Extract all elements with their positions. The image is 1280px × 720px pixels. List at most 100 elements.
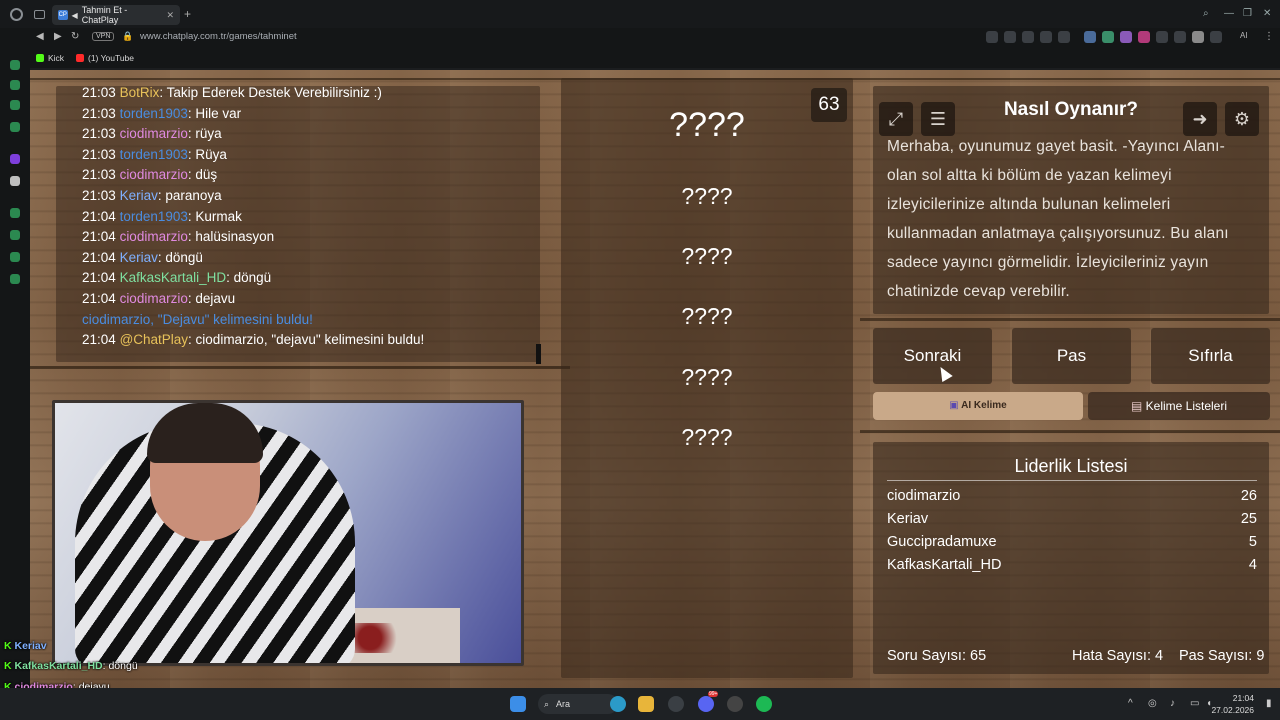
edge-icon[interactable] bbox=[610, 696, 626, 712]
sidebar-icon[interactable] bbox=[10, 80, 20, 90]
close-window-icon[interactable]: ✕ bbox=[1263, 8, 1271, 19]
reload-icon[interactable]: ↻ bbox=[71, 31, 79, 42]
ai-word-button[interactable]: ▣ AI Kelime bbox=[873, 392, 1083, 420]
settings-gear-icon[interactable]: ⚙ bbox=[1225, 102, 1259, 136]
reset-button[interactable]: Sıfırla bbox=[1151, 328, 1270, 384]
search-tabs-icon[interactable]: ⌕ bbox=[1203, 8, 1209, 19]
new-tab-button[interactable]: + bbox=[184, 7, 191, 21]
leaderboard-title: Liderlik Listesi bbox=[1014, 456, 1128, 476]
chat-message: 21:03 BotRix: Takip Ederek Destek Verebi… bbox=[82, 85, 382, 100]
chat-username[interactable]: torden1903 bbox=[120, 147, 188, 162]
extension-icon[interactable] bbox=[1102, 31, 1114, 43]
url-field[interactable]: www.chatplay.com.tr/games/tahminet bbox=[140, 31, 297, 42]
speaker-icon[interactable]: ◀ bbox=[72, 11, 78, 20]
next-button[interactable]: Sonraki bbox=[873, 328, 992, 384]
minimize-icon[interactable]: — bbox=[1224, 8, 1234, 19]
chat-username[interactable]: torden1903 bbox=[120, 209, 188, 224]
chat-username[interactable]: ciodimarzio bbox=[120, 126, 188, 141]
chat-username[interactable]: Keriav bbox=[120, 250, 158, 265]
chat-text: : Takip Ederek Destek Verebilirsiniz :) bbox=[159, 85, 382, 100]
system-clock[interactable]: 21:04 27.02.2026 bbox=[1211, 692, 1254, 716]
sidebar-icon[interactable] bbox=[10, 208, 20, 218]
leaderboard-row: ciodimarzio 26 bbox=[887, 488, 1257, 504]
browser-logo-icon[interactable] bbox=[10, 8, 23, 21]
vpn-badge[interactable]: VPN bbox=[92, 32, 115, 41]
lock-icon[interactable]: 🔒 bbox=[122, 31, 133, 42]
overlay-chat-text: : döngü bbox=[102, 660, 138, 672]
chat-username[interactable]: torden1903 bbox=[120, 106, 188, 121]
word-lists-button[interactable]: ▤ Kelime Listeleri bbox=[1088, 392, 1270, 420]
player-name: Guccipradamuxe bbox=[887, 534, 997, 550]
extension-icon[interactable] bbox=[1022, 31, 1034, 43]
bookmark-kick[interactable]: Kick bbox=[36, 53, 64, 63]
exit-icon[interactable]: ➜ bbox=[1183, 102, 1217, 136]
extension-icon[interactable] bbox=[1210, 31, 1222, 43]
tab-chatplay[interactable]: CP ◀ Tahmin Et - ChatPlay ✕ bbox=[52, 5, 180, 25]
pass-count-value: 9 bbox=[1256, 648, 1265, 664]
forward-icon[interactable]: ▶ bbox=[54, 31, 62, 42]
back-icon[interactable]: ◀ bbox=[36, 31, 44, 42]
file-explorer-icon[interactable] bbox=[638, 696, 654, 712]
chat-timestamp: 21:03 bbox=[82, 85, 116, 100]
windows-start-icon[interactable] bbox=[510, 696, 526, 712]
sidebar-icon[interactable] bbox=[10, 122, 20, 132]
clock-time: 21:04 bbox=[1232, 693, 1254, 703]
pass-button[interactable]: Pas bbox=[1012, 328, 1131, 384]
chat-username[interactable]: Keriav bbox=[120, 188, 158, 203]
extension-icon[interactable] bbox=[986, 31, 998, 43]
chat-username[interactable]: ciodimarzio bbox=[120, 291, 188, 306]
extension-icon[interactable] bbox=[1174, 31, 1186, 43]
ai-extension-label[interactable]: AI bbox=[1240, 31, 1248, 40]
sidebar-icon[interactable] bbox=[10, 230, 20, 240]
sidebar-icon[interactable] bbox=[10, 100, 20, 110]
tray-chevron-icon[interactable]: ^ bbox=[1128, 698, 1133, 709]
settings-icon[interactable] bbox=[10, 274, 20, 284]
list-icon: ▤ bbox=[1130, 399, 1146, 413]
sidebar-icon[interactable] bbox=[10, 252, 20, 262]
discord-icon[interactable] bbox=[698, 696, 714, 712]
chat-username[interactable]: ciodimarzio bbox=[120, 167, 188, 182]
notifications-icon[interactable]: ▮ bbox=[1266, 698, 1272, 709]
kick-icon: K bbox=[4, 640, 15, 652]
app-icon[interactable] bbox=[727, 696, 743, 712]
chat-timestamp: 21:03 bbox=[82, 167, 116, 183]
chat-username[interactable]: KafkasKartali_HD bbox=[120, 270, 227, 285]
extension-icon[interactable] bbox=[1040, 31, 1052, 43]
network-icon[interactable]: ▭ bbox=[1190, 698, 1199, 709]
bookmarks-bar: Kick (1) YouTube bbox=[0, 50, 1280, 68]
chat-username[interactable]: @ChatPlay bbox=[120, 332, 188, 347]
extension-icon[interactable] bbox=[1058, 31, 1070, 43]
player-name: KafkasKartali_HD bbox=[887, 557, 1002, 573]
browser-taskbar-icon[interactable] bbox=[668, 696, 684, 712]
x-icon[interactable] bbox=[10, 176, 20, 186]
chat-text: : düş bbox=[187, 167, 218, 183]
microphone-icon[interactable]: ♪ bbox=[1170, 698, 1175, 709]
workspaces-icon[interactable] bbox=[34, 10, 45, 19]
spotify-icon[interactable] bbox=[756, 696, 772, 712]
extension-icon[interactable] bbox=[1156, 31, 1168, 43]
sidebar-icon[interactable] bbox=[10, 60, 20, 70]
twitch-icon[interactable] bbox=[10, 154, 20, 164]
chat-text: : Hile var bbox=[187, 105, 242, 121]
search-label: Ara bbox=[556, 699, 571, 709]
menu-icon[interactable]: ⋮ bbox=[1264, 31, 1274, 42]
taskbar-search[interactable]: ⌕ Ara bbox=[538, 694, 618, 714]
tab-close-icon[interactable]: ✕ bbox=[166, 10, 174, 21]
chat-username[interactable]: BotRix bbox=[120, 85, 160, 100]
extension-icon[interactable] bbox=[1120, 31, 1132, 43]
chat-username[interactable]: ciodimarzio bbox=[120, 229, 188, 244]
tray-app-icon[interactable]: ◎ bbox=[1148, 698, 1157, 709]
notification-badge: 99+ bbox=[708, 691, 719, 697]
player-name: ciodimarzio bbox=[887, 488, 961, 504]
maximize-icon[interactable]: ❐ bbox=[1243, 8, 1252, 19]
profile-avatar[interactable] bbox=[1192, 31, 1204, 43]
bookmark-label: (1) YouTube bbox=[88, 53, 134, 63]
chat-message: 21:04 ciodimarzio: dejavu bbox=[82, 291, 235, 306]
how-to-play-text: Merhaba, oyunumuz gayet basit. -Yayıncı … bbox=[887, 138, 1229, 300]
extension-icon[interactable] bbox=[1004, 31, 1016, 43]
chat-divider bbox=[536, 344, 541, 364]
extension-icon[interactable] bbox=[1084, 31, 1096, 43]
extension-icon[interactable] bbox=[1138, 31, 1150, 43]
player-score: 25 bbox=[1240, 511, 1257, 527]
bookmark-youtube[interactable]: (1) YouTube bbox=[76, 53, 134, 63]
